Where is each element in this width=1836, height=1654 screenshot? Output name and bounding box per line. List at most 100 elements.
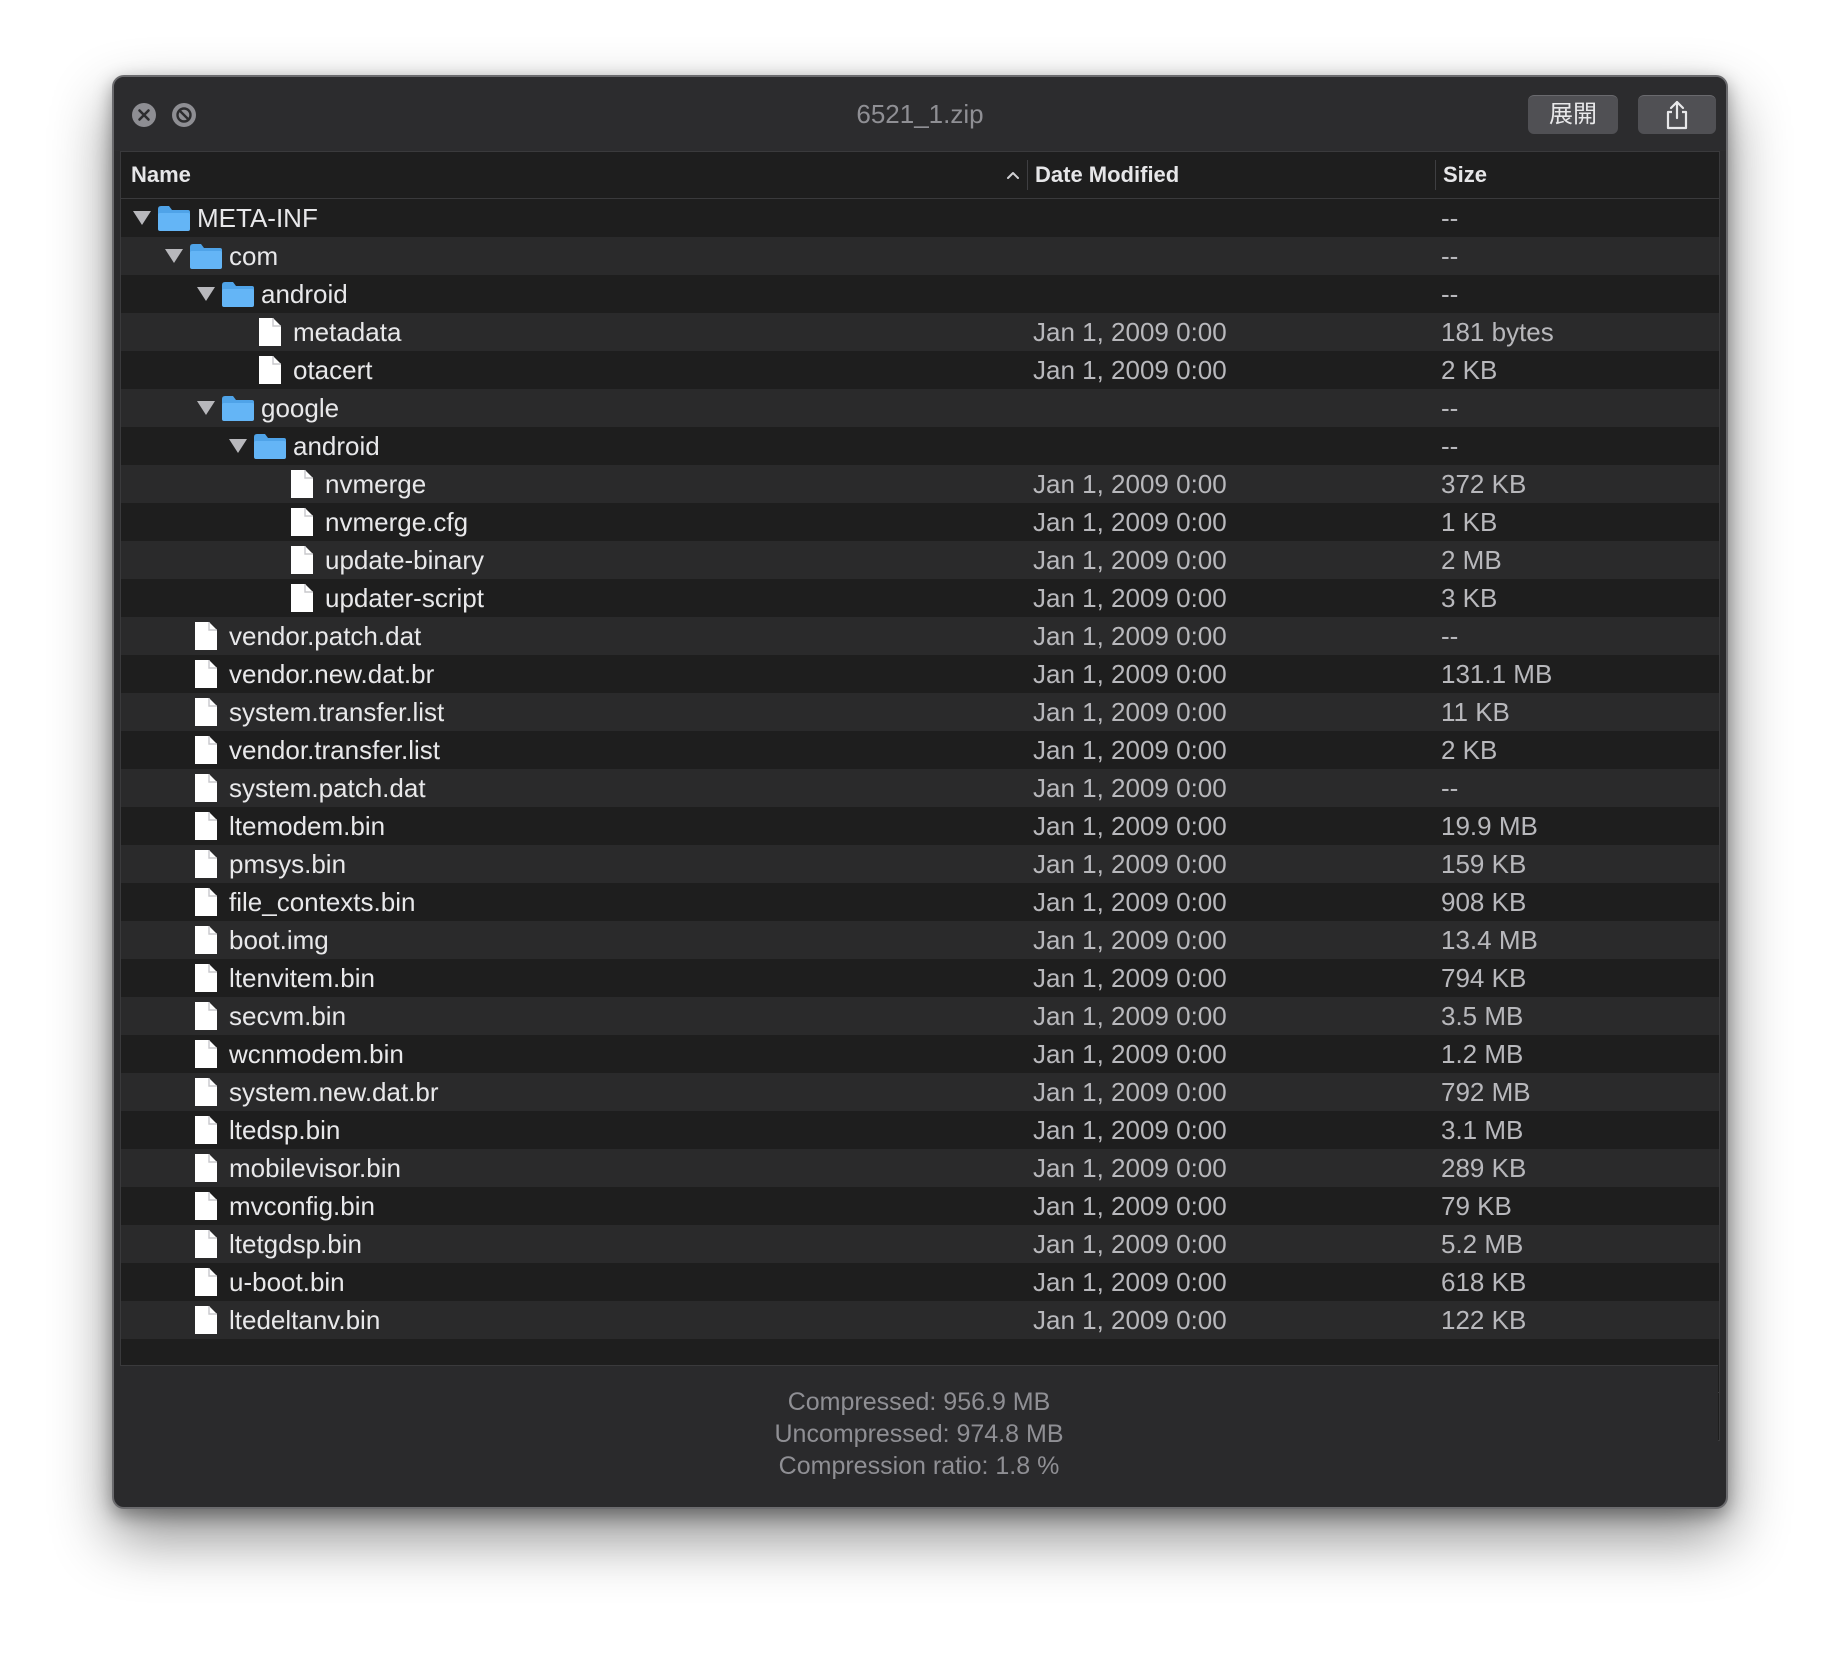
column-divider[interactable]: [1027, 160, 1028, 190]
row-size: 19.9 MB: [1441, 811, 1538, 841]
file-row[interactable]: otacert Jan 1, 2009 0:00 2 KB: [121, 351, 1719, 389]
file-row[interactable]: nvmerge.cfg Jan 1, 2009 0:00 1 KB: [121, 503, 1719, 541]
file-row[interactable]: secvm.bin Jan 1, 2009 0:00 3.5 MB: [121, 997, 1719, 1035]
file-row[interactable]: update-binary Jan 1, 2009 0:00 2 MB: [121, 541, 1719, 579]
row-date: Jan 1, 2009 0:00: [1033, 1153, 1227, 1183]
row-name: vendor.patch.dat: [229, 621, 422, 651]
file-icon: [195, 774, 217, 802]
file-row[interactable]: pmsys.bin Jan 1, 2009 0:00 159 KB: [121, 845, 1719, 883]
row-name: mvconfig.bin: [229, 1191, 375, 1221]
file-row[interactable]: wcnmodem.bin Jan 1, 2009 0:00 1.2 MB: [121, 1035, 1719, 1073]
row-date: Jan 1, 2009 0:00: [1033, 1229, 1227, 1259]
file-icon: [195, 1116, 217, 1144]
row-name: ltetgdsp.bin: [229, 1229, 362, 1259]
row-date: Jan 1, 2009 0:00: [1033, 659, 1227, 689]
file-row[interactable]: updater-script Jan 1, 2009 0:00 3 KB: [121, 579, 1719, 617]
row-date: Jan 1, 2009 0:00: [1033, 1077, 1227, 1107]
file-row[interactable]: mvconfig.bin Jan 1, 2009 0:00 79 KB: [121, 1187, 1719, 1225]
row-name: android: [293, 431, 380, 461]
row-name: android: [261, 279, 348, 309]
file-icon: [195, 964, 217, 992]
file-row[interactable]: ltetgdsp.bin Jan 1, 2009 0:00 5.2 MB: [121, 1225, 1719, 1263]
disclosure-triangle-icon[interactable]: [229, 439, 247, 453]
folder-row[interactable]: android --: [121, 275, 1719, 313]
row-size: 618 KB: [1441, 1267, 1527, 1297]
row-date: Jan 1, 2009 0:00: [1033, 697, 1227, 727]
row-name: otacert: [293, 355, 373, 385]
disclosure-triangle-icon[interactable]: [197, 401, 215, 415]
file-icon: [195, 850, 217, 878]
row-size: 79 KB: [1441, 1191, 1512, 1221]
file-row[interactable]: system.new.dat.br Jan 1, 2009 0:00 792 MB: [121, 1073, 1719, 1111]
row-size: 2 KB: [1441, 355, 1498, 385]
column-header-name[interactable]: Name: [131, 152, 191, 198]
file-icon: [195, 926, 217, 954]
row-date: Jan 1, 2009 0:00: [1033, 1191, 1227, 1221]
expand-button[interactable]: 展開: [1528, 95, 1618, 134]
file-row[interactable]: vendor.new.dat.br Jan 1, 2009 0:00 131.1 M…: [121, 655, 1719, 693]
column-divider[interactable]: [1435, 160, 1436, 190]
row-size: --: [1441, 393, 1459, 423]
file-list: Name Date Modified Size META-INF -- com -- a…: [120, 151, 1720, 1441]
row-date: Jan 1, 2009 0:00: [1033, 1001, 1227, 1031]
row-name: secvm.bin: [229, 1001, 347, 1031]
file-row[interactable]: mobilevisor.bin Jan 1, 2009 0:00 289 KB: [121, 1149, 1719, 1187]
row-name: META-INF: [197, 203, 318, 233]
file-row[interactable]: ltedsp.bin Jan 1, 2009 0:00 3.1 MB: [121, 1111, 1719, 1149]
share-button[interactable]: [1638, 95, 1716, 134]
chevron-up-icon[interactable]: [1005, 168, 1021, 182]
folder-row[interactable]: com --: [121, 237, 1719, 275]
file-row[interactable]: file_contexts.bin Jan 1, 2009 0:00 908 KB: [121, 883, 1719, 921]
archive-window: 6521_1.zip 展開 Name Date Modified Size ME…: [112, 75, 1728, 1509]
row-name: boot.img: [229, 925, 329, 955]
file-row[interactable]: vendor.transfer.list Jan 1, 2009 0:00 2 KB: [121, 731, 1719, 769]
folder-row[interactable]: android --: [121, 427, 1719, 465]
rows-container: META-INF -- com -- android -- metadata Jan 1, 2…: [121, 199, 1719, 1339]
row-name: system.new.dat.br: [229, 1077, 439, 1107]
file-icon: [195, 1040, 217, 1068]
row-name: metadata: [293, 317, 402, 347]
file-row[interactable]: system.patch.dat Jan 1, 2009 0:00 --: [121, 769, 1719, 807]
row-date: Jan 1, 2009 0:00: [1033, 1039, 1227, 1069]
row-size: 1.2 MB: [1441, 1039, 1524, 1069]
folder-icon: [254, 434, 286, 459]
file-icon: [195, 736, 217, 764]
row-name: google: [261, 393, 340, 423]
column-header-size[interactable]: Size: [1443, 152, 1487, 198]
disclosure-triangle-icon[interactable]: [165, 249, 183, 263]
folder-icon: [190, 244, 222, 269]
file-icon: [259, 318, 281, 346]
file-row[interactable]: system.transfer.list Jan 1, 2009 0:00 11 K…: [121, 693, 1719, 731]
file-row[interactable]: u-boot.bin Jan 1, 2009 0:00 618 KB: [121, 1263, 1719, 1301]
file-row[interactable]: ltenvitem.bin Jan 1, 2009 0:00 794 KB: [121, 959, 1719, 997]
file-icon: [291, 546, 313, 574]
titlebar: 6521_1.zip 展開: [114, 77, 1726, 151]
row-size: 3 KB: [1441, 583, 1498, 613]
row-size: 2 MB: [1441, 545, 1502, 575]
row-size: 2 KB: [1441, 735, 1498, 765]
disclosure-triangle-icon[interactable]: [197, 287, 215, 301]
row-name: u-boot.bin: [229, 1267, 345, 1297]
row-name: mobilevisor.bin: [229, 1153, 401, 1183]
row-size: --: [1441, 431, 1459, 461]
folder-row[interactable]: google --: [121, 389, 1719, 427]
file-row[interactable]: metadata Jan 1, 2009 0:00 181 bytes: [121, 313, 1719, 351]
status-footer: Compressed: 956.9 MB Uncompressed: 974.8…: [120, 1365, 1718, 1502]
row-name: com: [229, 241, 279, 271]
file-row[interactable]: ltemodem.bin Jan 1, 2009 0:00 19.9 MB: [121, 807, 1719, 845]
row-date: Jan 1, 2009 0:00: [1033, 849, 1227, 879]
file-row[interactable]: ltedeltanv.bin Jan 1, 2009 0:00 122 KB: [121, 1301, 1719, 1339]
row-name: nvmerge.cfg: [325, 507, 469, 537]
file-row[interactable]: nvmerge Jan 1, 2009 0:00 372 KB: [121, 465, 1719, 503]
file-row[interactable]: boot.img Jan 1, 2009 0:00 13.4 MB: [121, 921, 1719, 959]
folder-row[interactable]: META-INF --: [121, 199, 1719, 237]
row-size: 1 KB: [1441, 507, 1498, 537]
column-header-date[interactable]: Date Modified: [1035, 152, 1179, 198]
row-name: system.patch.dat: [229, 773, 426, 803]
row-size: 159 KB: [1441, 849, 1527, 879]
folder-icon: [222, 282, 254, 307]
file-row[interactable]: vendor.patch.dat Jan 1, 2009 0:00 --: [121, 617, 1719, 655]
disclosure-triangle-icon[interactable]: [133, 211, 151, 225]
row-name: nvmerge: [325, 469, 427, 499]
row-date: Jan 1, 2009 0:00: [1033, 811, 1227, 841]
